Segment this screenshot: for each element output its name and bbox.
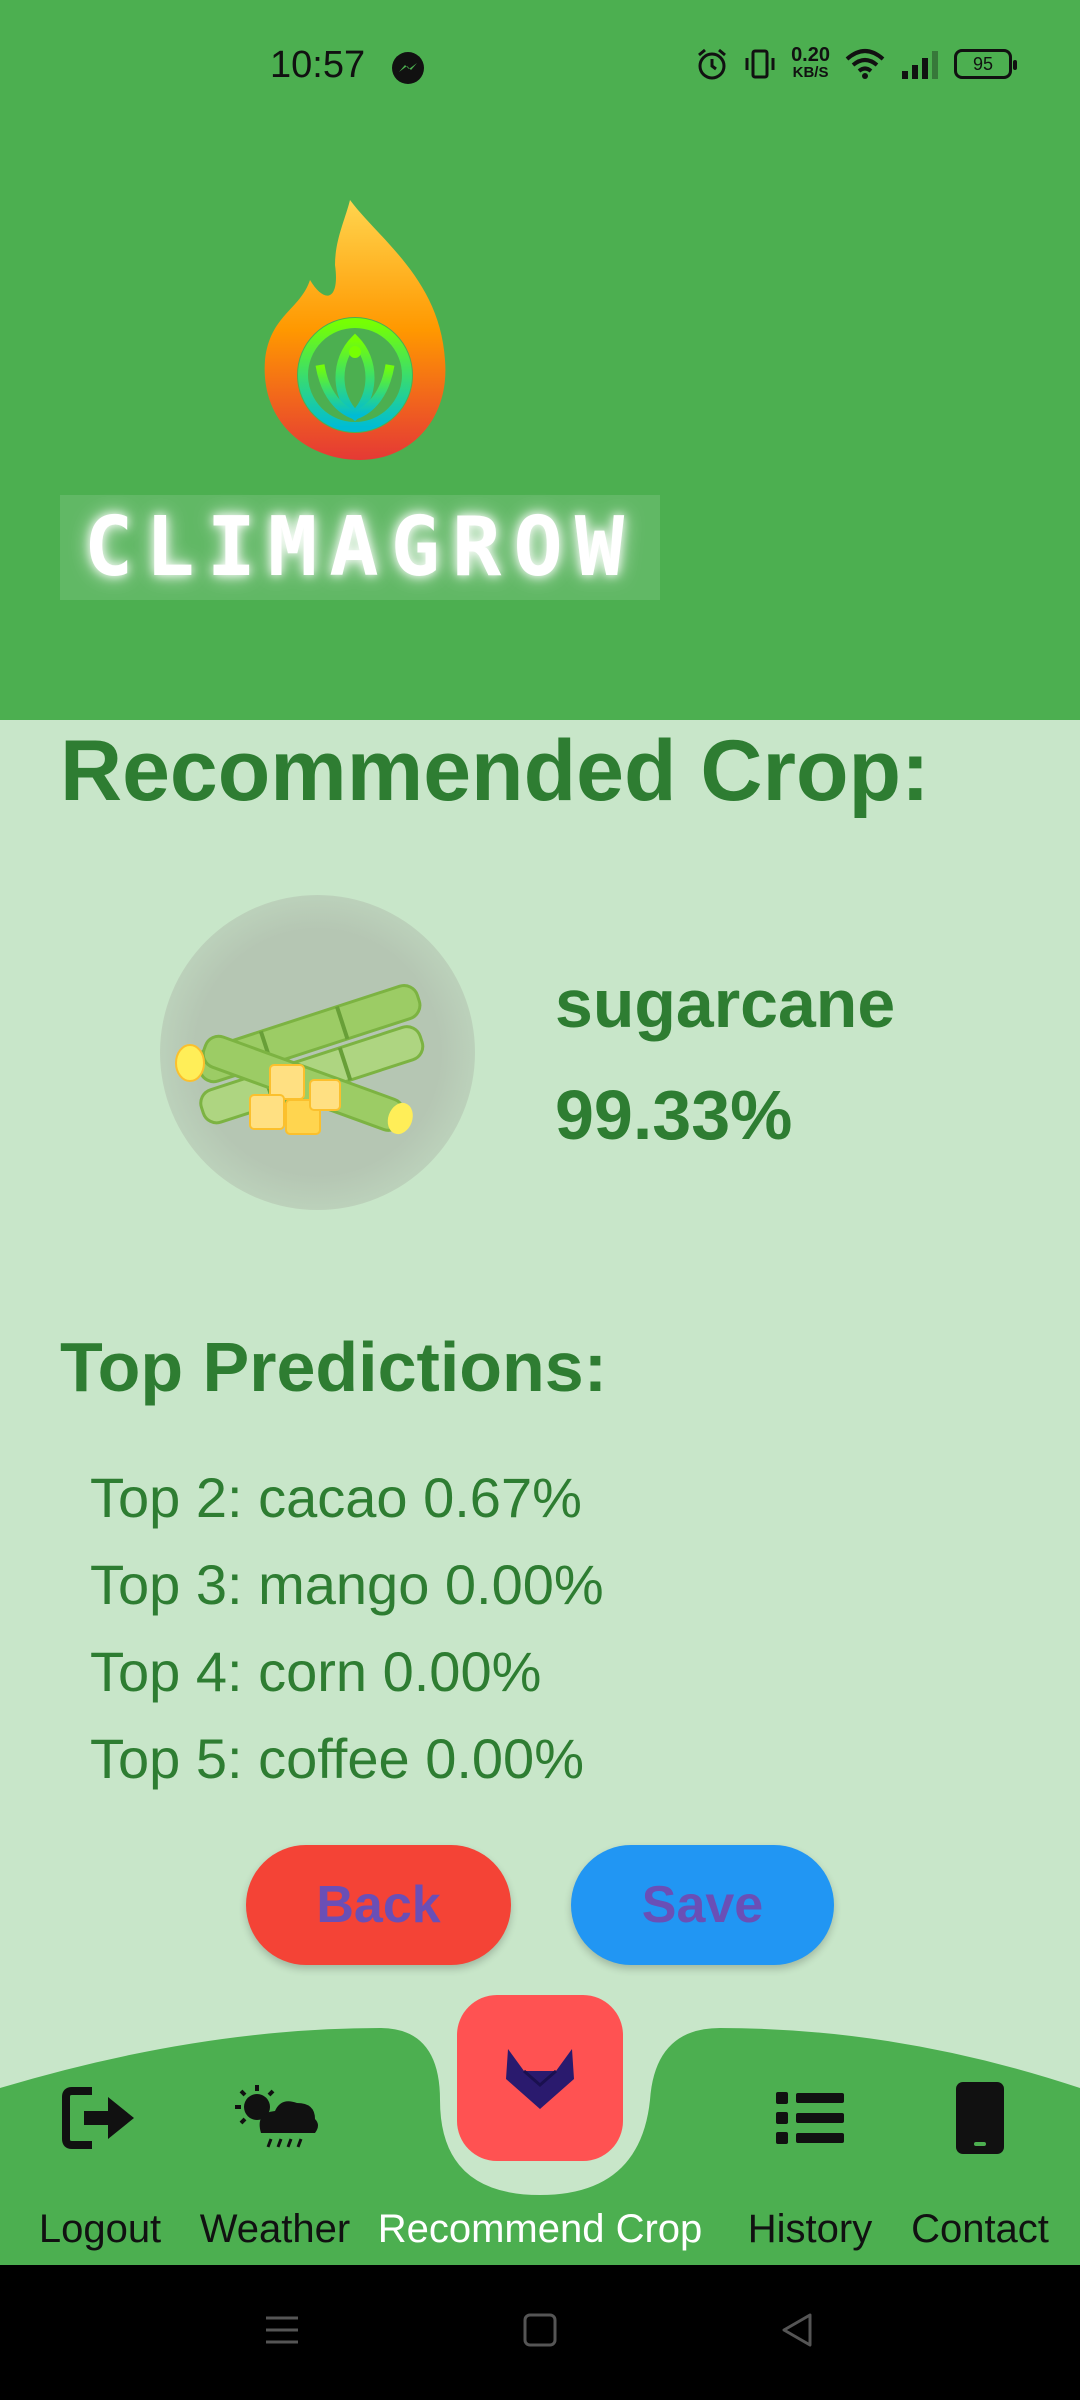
vibrate-icon [745, 49, 775, 79]
status-icons: 0.20 KB/S 95 [695, 44, 1017, 82]
nav-history-label: History [747, 2207, 873, 2251]
nav-contact-label: Contact [911, 2207, 1049, 2251]
nav-weather-label: Weather [199, 2207, 351, 2251]
list-icon [774, 2070, 846, 2165]
phone-icon [954, 2070, 1006, 2165]
wifi-icon [845, 49, 885, 79]
messenger-icon [392, 52, 424, 84]
predictions-list: Top 2: cacao 0.67% Top 3: mango 0.00% To… [90, 1460, 604, 1808]
crop-image [160, 895, 475, 1210]
status-bar: 10:57 0.20 KB/S 95 [0, 0, 1080, 140]
save-button[interactable]: Save [571, 1845, 834, 1965]
brand-name: CLIMAGROW [83, 500, 637, 595]
logout-icon [62, 2070, 138, 2165]
nav-weather[interactable]: Weather [195, 2070, 355, 2252]
nav-recommend-crop[interactable]: Recommend Crop [377, 2070, 703, 2252]
nav-recommend-crop-label: Recommend Crop [377, 2207, 703, 2251]
signal-icon [902, 51, 938, 79]
speed-value: 0.20 [791, 44, 830, 66]
back-button[interactable]: Back [246, 1845, 511, 1965]
nav-logout-label: Logout [38, 2207, 162, 2251]
network-speed: 0.20 KB/S [791, 44, 830, 82]
back-nav-icon[interactable] [778, 2310, 818, 2350]
crop-confidence: 99.33% [555, 1076, 793, 1154]
nav-logout[interactable]: Logout [30, 2070, 170, 2252]
app-header: CLIMAGROW [0, 140, 1080, 720]
status-time: 10:57 [270, 44, 366, 86]
home-icon[interactable] [520, 2310, 560, 2350]
system-nav-bar [0, 2265, 1080, 2400]
brand-wordmark: CLIMAGROW [60, 495, 660, 600]
weather-icon [227, 2070, 323, 2165]
climagrow-logo-icon [264, 200, 446, 460]
crop-name: sugarcane [555, 966, 896, 1042]
prediction-item: Top 4: corn 0.00% [90, 1640, 542, 1703]
sugarcane-icon [175, 984, 425, 1135]
battery-icon: 95 [954, 49, 1017, 79]
nav-contact[interactable]: Contact [905, 2070, 1055, 2252]
prediction-item: Top 5: coffee 0.00% [90, 1727, 584, 1790]
alarm-icon [698, 48, 727, 80]
prediction-item: Top 2: cacao 0.67% [90, 1466, 582, 1529]
prediction-item: Top 3: mango 0.00% [90, 1553, 604, 1616]
speed-unit: KB/S [792, 64, 829, 81]
top-predictions-title: Top Predictions: [60, 1328, 608, 1406]
recommended-crop-title: Recommended Crop: [60, 723, 930, 819]
nav-history[interactable]: History [735, 2070, 885, 2252]
menu-icon[interactable] [262, 2310, 302, 2350]
